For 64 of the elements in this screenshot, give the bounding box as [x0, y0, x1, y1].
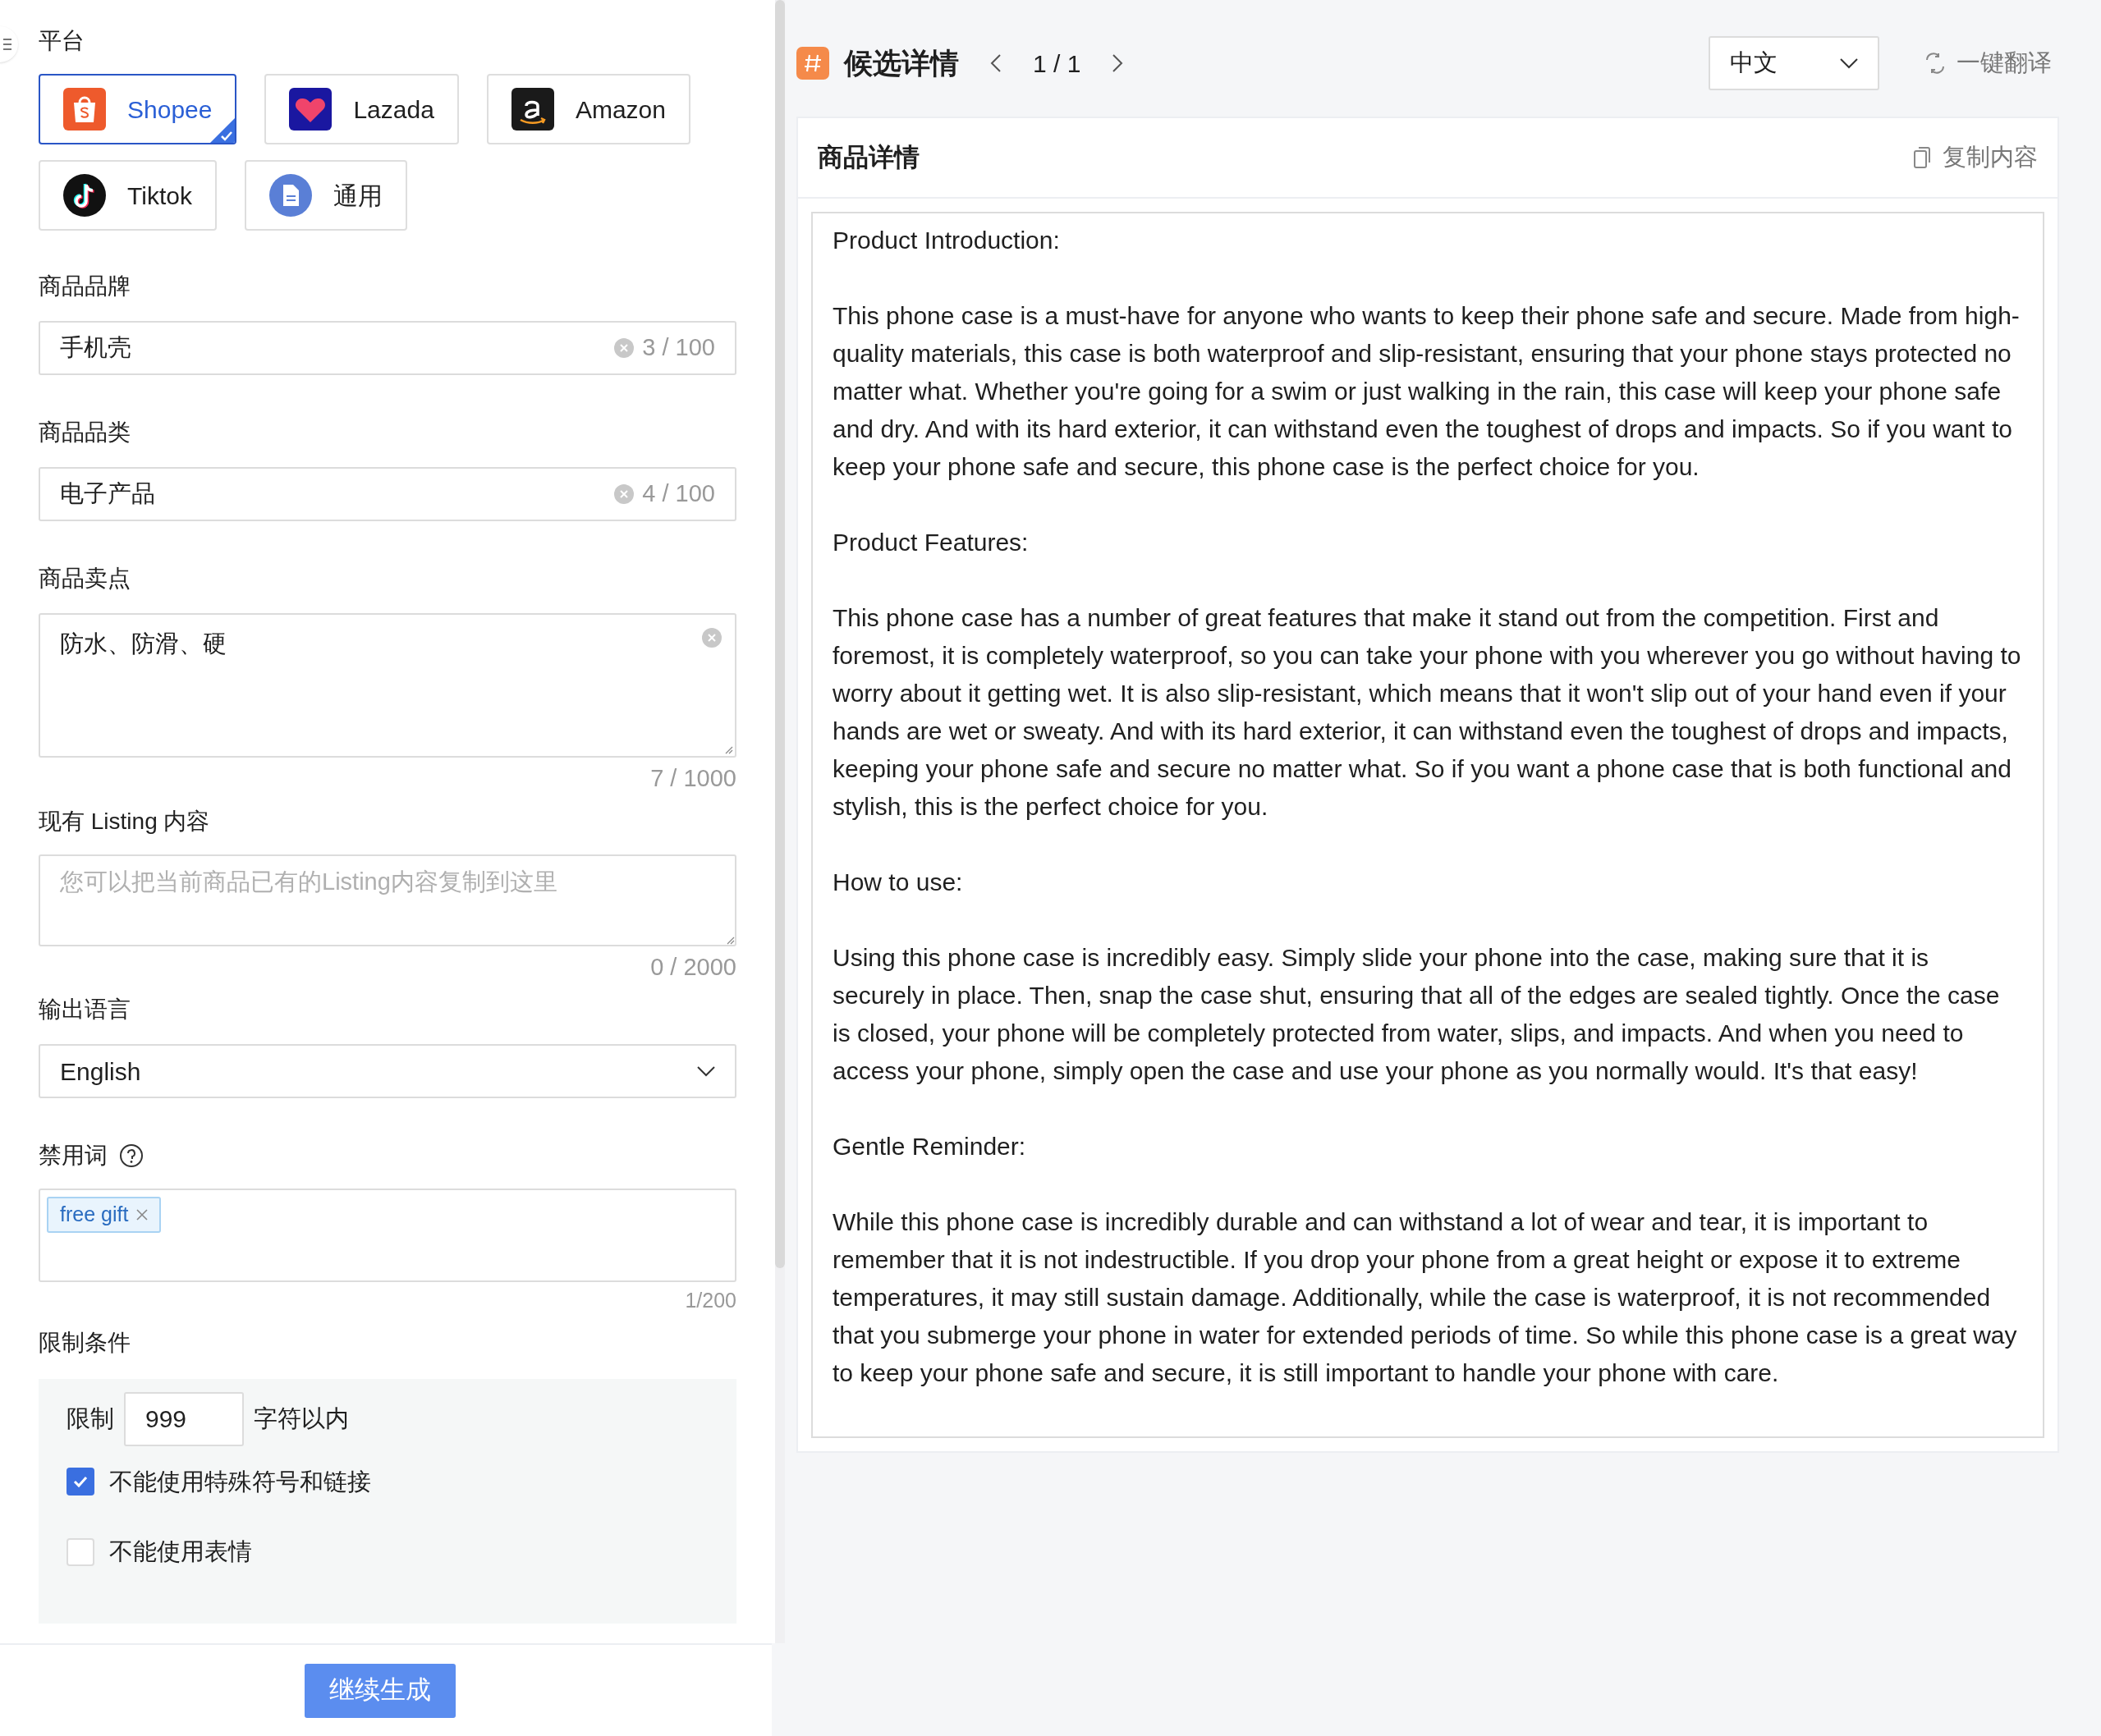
text-area[interactable]: 防水、防滑、硬 — [39, 613, 736, 758]
chevron-left-icon[interactable] — [990, 53, 1002, 73]
input-field[interactable]: 手机壳 3 / 100 — [39, 321, 736, 375]
page-indicator: 1 / 1 — [1033, 48, 1081, 79]
menu-icon — [3, 38, 11, 51]
chevron-down-icon — [697, 1065, 715, 1077]
character-count: 4 / 100 — [642, 479, 715, 509]
field-label: 商品品牌 — [39, 273, 131, 300]
checkbox-label: 不能使用表情 — [109, 1537, 252, 1566]
character-count: 0 / 2000 — [650, 952, 736, 982]
content-paragraph: This phone case has a number of great features that make it stand out from the competition. First and foremost, it is completely waterproof, so you can take your phone with you wherever you go without having to worry about it getting wet. It is also slip-resistant, which means that it won't slip out of your hand even if your hands are wet or sweaty. And with its hard exterior, it can withstand even the toughest of drops and impacts, keeping your phone safe and secure no matter what. So if you want a phone case that is both functional and stylish, this is the perfect choice for you. — [833, 603, 2022, 822]
limit-label: 限制 — [67, 1404, 114, 1433]
content-paragraph: How to use: — [833, 868, 964, 897]
checkbox[interactable] — [67, 1468, 94, 1496]
text-area[interactable]: 您可以把当前商品已有的Listing内容复制到这里 — [39, 854, 736, 946]
content-paragraph: Gentle Reminder: — [833, 1132, 1027, 1161]
language-select[interactable]: 中文 — [1709, 36, 1879, 90]
tag-input-field[interactable]: free gift — [39, 1189, 736, 1282]
checkbox[interactable] — [67, 1537, 94, 1566]
input-field[interactable]: 电子产品 4 / 100 — [39, 467, 736, 521]
field-label: 平台 — [39, 27, 85, 55]
field-label: 禁用词 — [39, 1142, 108, 1170]
translate-icon — [1924, 52, 1947, 75]
limit-input[interactable]: 999 — [124, 1391, 244, 1446]
copy-icon — [1913, 146, 1931, 169]
content-paragraph: Product Features: — [833, 528, 1030, 557]
shopping-bag-icon — [63, 88, 106, 131]
checkbox-label: 不能使用特殊符号和链接 — [109, 1467, 371, 1496]
copy-button[interactable]: 复制内容 — [1913, 140, 2038, 176]
resize-handle-icon[interactable] — [723, 744, 733, 754]
checkmark-icon — [210, 118, 236, 143]
character-count: 1/200 — [685, 1288, 736, 1313]
field-label: 输出语言 — [39, 996, 131, 1024]
platform-option[interactable]: Shopee — [39, 74, 237, 144]
limit-unit: 字符以内 — [254, 1404, 349, 1433]
chevron-right-icon[interactable] — [1112, 53, 1124, 73]
field-label: 商品品类 — [39, 419, 131, 447]
close-icon[interactable] — [136, 1209, 149, 1221]
content-paragraph: Using this phone case is incredibly easy. Simply slide your phone into the case, making sure that it is securely in place. Then, snap the case shut, ensuring that all of the edges are sealed tightly. Once the case is closed, your phone will be completely protected from water, slips, and impacts. And when you need to access your phone, simply open the case and use your phone as you normally would. It's that easy! — [833, 943, 2001, 1086]
letter-a-logo-icon — [511, 88, 554, 131]
heart-logo-icon — [289, 88, 333, 131]
language-select[interactable]: English — [39, 1044, 736, 1098]
keyword-tag: free gift — [47, 1197, 162, 1233]
content-paragraph: This phone case is a must-have for anyone who wants to keep their phone safe and secure. Made from high-quality materials, this case is both waterproof and slip-resistant, ensuring that your phone stays protected no matter what. Whether you're going for a swim or just walking in the rain, this case will keep your phone safe and dry. And with its hard exterior, it can withstand even the toughest of drops and impacts. So if you want to keep your phone safe and secure, this phone case is the perfect choice for you. — [833, 301, 2021, 482]
chevron-down-icon — [1840, 57, 1858, 69]
scrollbar[interactable] — [775, 0, 785, 1268]
character-count: 7 / 1000 — [650, 764, 736, 793]
music-note-logo-icon — [63, 174, 106, 217]
card-title: 商品详情 — [818, 141, 920, 173]
content-paragraph: While this phone case is incredibly durable and can withstand a lot of wear and tear, it is important to remember that it is not indestructible. If you drop your phone from a great height or expose it to extreme temperatures, it may still sustain damage. Additionally, while the case is waterproof, it is not recommended that you submerge your phone in water for extended periods of time. So while this phone case is a great way to keep your phone safe and secure, it is still important to handle your phone with care. — [833, 1207, 2018, 1388]
help-icon[interactable] — [119, 1143, 144, 1168]
field-label: 现有 Listing 内容 — [39, 807, 210, 836]
field-label: 商品卖点 — [39, 565, 131, 593]
hash-icon — [796, 47, 829, 80]
panel-title: 候选详情 — [844, 45, 959, 80]
content-paragraph: Product Introduction: — [833, 226, 1061, 255]
translate-button[interactable]: 一键翻译 — [1924, 45, 2052, 81]
character-count: 3 / 100 — [642, 333, 715, 363]
platform-option[interactable]: Lazada — [264, 74, 459, 144]
document-icon — [268, 174, 312, 217]
platform-option[interactable]: 通用 — [244, 160, 407, 231]
field-label: 限制条件 — [39, 1328, 131, 1357]
platform-option[interactable]: Amazon — [486, 74, 690, 144]
platform-option[interactable]: Tiktok — [39, 160, 217, 231]
